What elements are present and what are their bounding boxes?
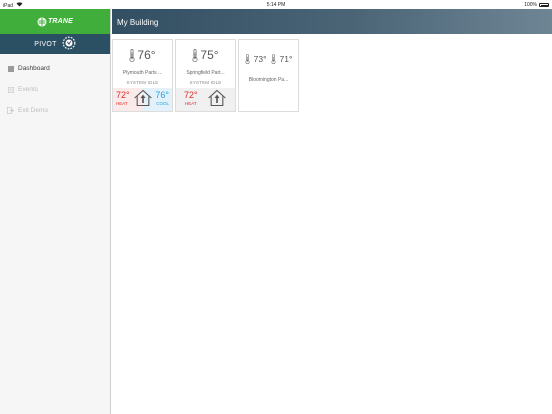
thermometer-icon (192, 48, 198, 62)
brand-name: TRANE (47, 18, 74, 25)
building-card-plymouth[interactable]: 76° Plymouth Parts ... SYSTEM IDLE 72° H… (112, 39, 173, 112)
building-card-bloomington[interactable]: 73° 71° Bloomington Pa... (238, 39, 299, 112)
heat-label: HEAT (185, 101, 197, 106)
pivot-header[interactable]: PIVOT (0, 34, 110, 54)
sidebar-item-label: Exit Demo (18, 107, 48, 114)
building-card-springfield[interactable]: 75° Springfield Part... SYSTEM IDLE 72° … (175, 39, 236, 112)
building-cards: 76° Plymouth Parts ... SYSTEM IDLE 72° H… (112, 39, 299, 112)
setpoint-bar: 72° HEAT (176, 88, 235, 111)
page-title: My Building (117, 18, 159, 27)
thermometer-icon (129, 48, 135, 62)
system-status: SYSTEM IDLE (126, 80, 159, 85)
thermometer-icon (271, 54, 276, 64)
building-name: Springfield Part... (186, 70, 225, 76)
trane-globe-icon (37, 17, 47, 26)
system-status: SYSTEM IDLE (189, 80, 222, 85)
pivot-label: PIVOT (34, 40, 57, 48)
main-content: 76° Plymouth Parts ... SYSTEM IDLE 72° H… (112, 34, 552, 414)
top-bar: My Building (112, 9, 552, 34)
sidebar-item-label: Dashboard (18, 65, 50, 72)
current-temp-row: 75° (176, 40, 235, 70)
sidebar-item-label: Events (18, 86, 38, 93)
sidebar-item-exit-demo[interactable]: Exit Demo (0, 100, 110, 121)
cool-label: COOL (156, 101, 169, 106)
dashboard-icon (7, 65, 14, 72)
current-temp: 76° (137, 48, 156, 62)
current-temp: 75° (200, 48, 219, 62)
sidebar-item-dashboard[interactable]: Dashboard (0, 58, 110, 79)
battery-percent: 100% (524, 2, 537, 8)
house-icon (133, 88, 153, 113)
exit-icon (7, 107, 14, 114)
heat-setpoint: 72° (116, 90, 130, 100)
temp-pair-row: 73° 71° (239, 44, 298, 74)
temp-reading-a: 73° (253, 54, 267, 64)
cool-setpoint: 76° (155, 90, 169, 100)
building-name: Plymouth Parts ... (122, 70, 163, 76)
thermometer-icon (245, 54, 250, 64)
building-name: Bloomington Pa... (248, 77, 289, 83)
trane-logo: TRANE (37, 17, 73, 27)
current-temp-row: 76° (113, 40, 172, 70)
temp-reading-b: 71° (279, 54, 293, 64)
sidebar-item-events[interactable]: Events (0, 79, 110, 100)
events-icon (7, 86, 14, 93)
gear-icon[interactable] (62, 36, 76, 52)
heat-setpoint: 72° (184, 90, 198, 100)
house-icon (207, 88, 227, 113)
clock: 5:14 PM (266, 2, 286, 8)
sidebar: TRANE PIVOT Dashboard Events Exit Demo (0, 9, 111, 414)
heat-label: HEAT (116, 101, 128, 106)
sidebar-nav: Dashboard Events Exit Demo (0, 54, 110, 121)
setpoint-bar: 72° HEAT 76° COOL (113, 88, 172, 111)
brand-header: TRANE (0, 9, 110, 34)
status-bar: iPad 5:14 PM 100% (0, 0, 552, 9)
battery-icon (539, 3, 549, 7)
